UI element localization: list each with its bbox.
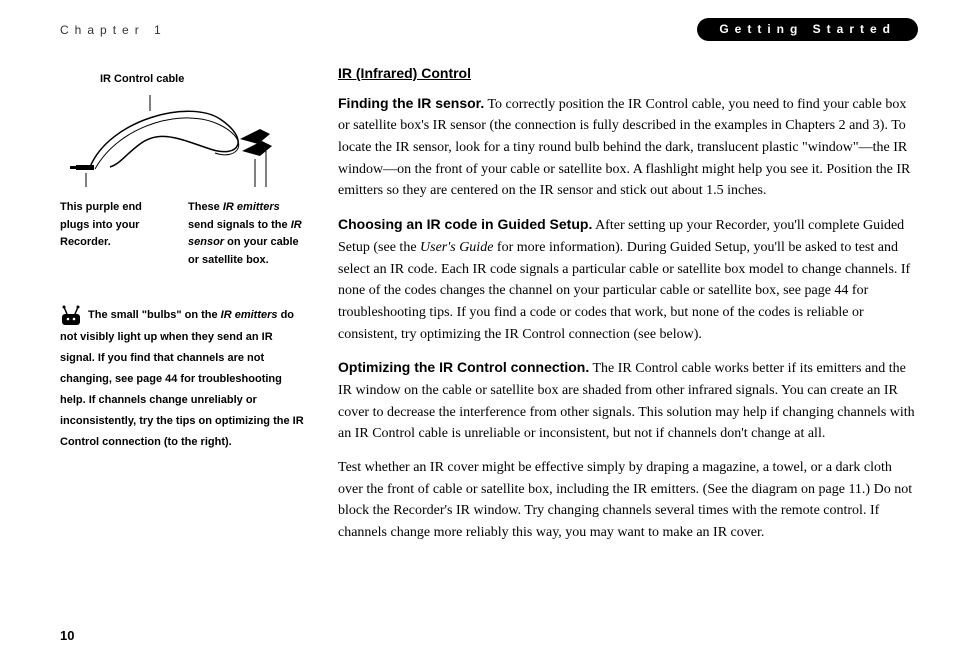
tip-rest: do not visibly light up when they send a… [60, 309, 304, 447]
chapter-label: Chapter 1 [60, 23, 167, 37]
paragraph-1: Finding the IR sensor. To correctly posi… [338, 93, 918, 202]
p4-body: Test whether an IR cover might be effect… [338, 460, 912, 540]
p2-body-em: User's Guide [420, 240, 493, 255]
figure-captions: This purple end plugs into your Recorder… [60, 199, 310, 269]
tip-em: IR emitters [221, 309, 278, 321]
ir-cable-icon [70, 89, 300, 189]
section-pill: Getting Started [697, 18, 918, 41]
tip-text: The small "bulbs" on the [88, 309, 221, 321]
main-content: IR (Infrared) Control Finding the IR sen… [338, 59, 918, 556]
page: Chapter 1 Getting Started IR Control cab… [0, 0, 954, 663]
p2-lead: Choosing an IR code in Guided Setup. [338, 216, 592, 232]
tivo-icon [60, 305, 82, 327]
caption-right-em: IR emitters [223, 201, 280, 213]
ir-cable-figure: IR Control cable [60, 73, 310, 193]
caption-right-text: These [188, 201, 223, 213]
caption-left: This purple end plugs into your Recorder… [60, 199, 170, 269]
p3-lead: Optimizing the IR Control connection. [338, 359, 589, 375]
content-columns: IR Control cable This purple end plugs i… [60, 59, 918, 556]
caption-right: These IR emitters send signals to the IR… [188, 199, 308, 269]
page-number: 10 [60, 628, 74, 643]
p1-lead: Finding the IR sensor. [338, 95, 484, 111]
paragraph-2: Choosing an IR code in Guided Setup. Aft… [338, 214, 918, 345]
sidebar: IR Control cable This purple end plugs i… [60, 59, 310, 556]
paragraph-3: Optimizing the IR Control connection. Th… [338, 357, 918, 445]
figure-label: IR Control cable [100, 73, 184, 85]
p2-body-b: for more information). During Guided Set… [338, 240, 910, 342]
section-title: IR (Infrared) Control [338, 63, 918, 85]
caption-right-text2: send signals to the [188, 219, 291, 231]
p1-body: To correctly position the IR Control cab… [338, 97, 910, 199]
sidebar-tip: The small "bulbs" on the IR emitters do … [60, 305, 310, 452]
page-header: Chapter 1 Getting Started [60, 18, 918, 41]
paragraph-4: Test whether an IR cover might be effect… [338, 457, 918, 544]
